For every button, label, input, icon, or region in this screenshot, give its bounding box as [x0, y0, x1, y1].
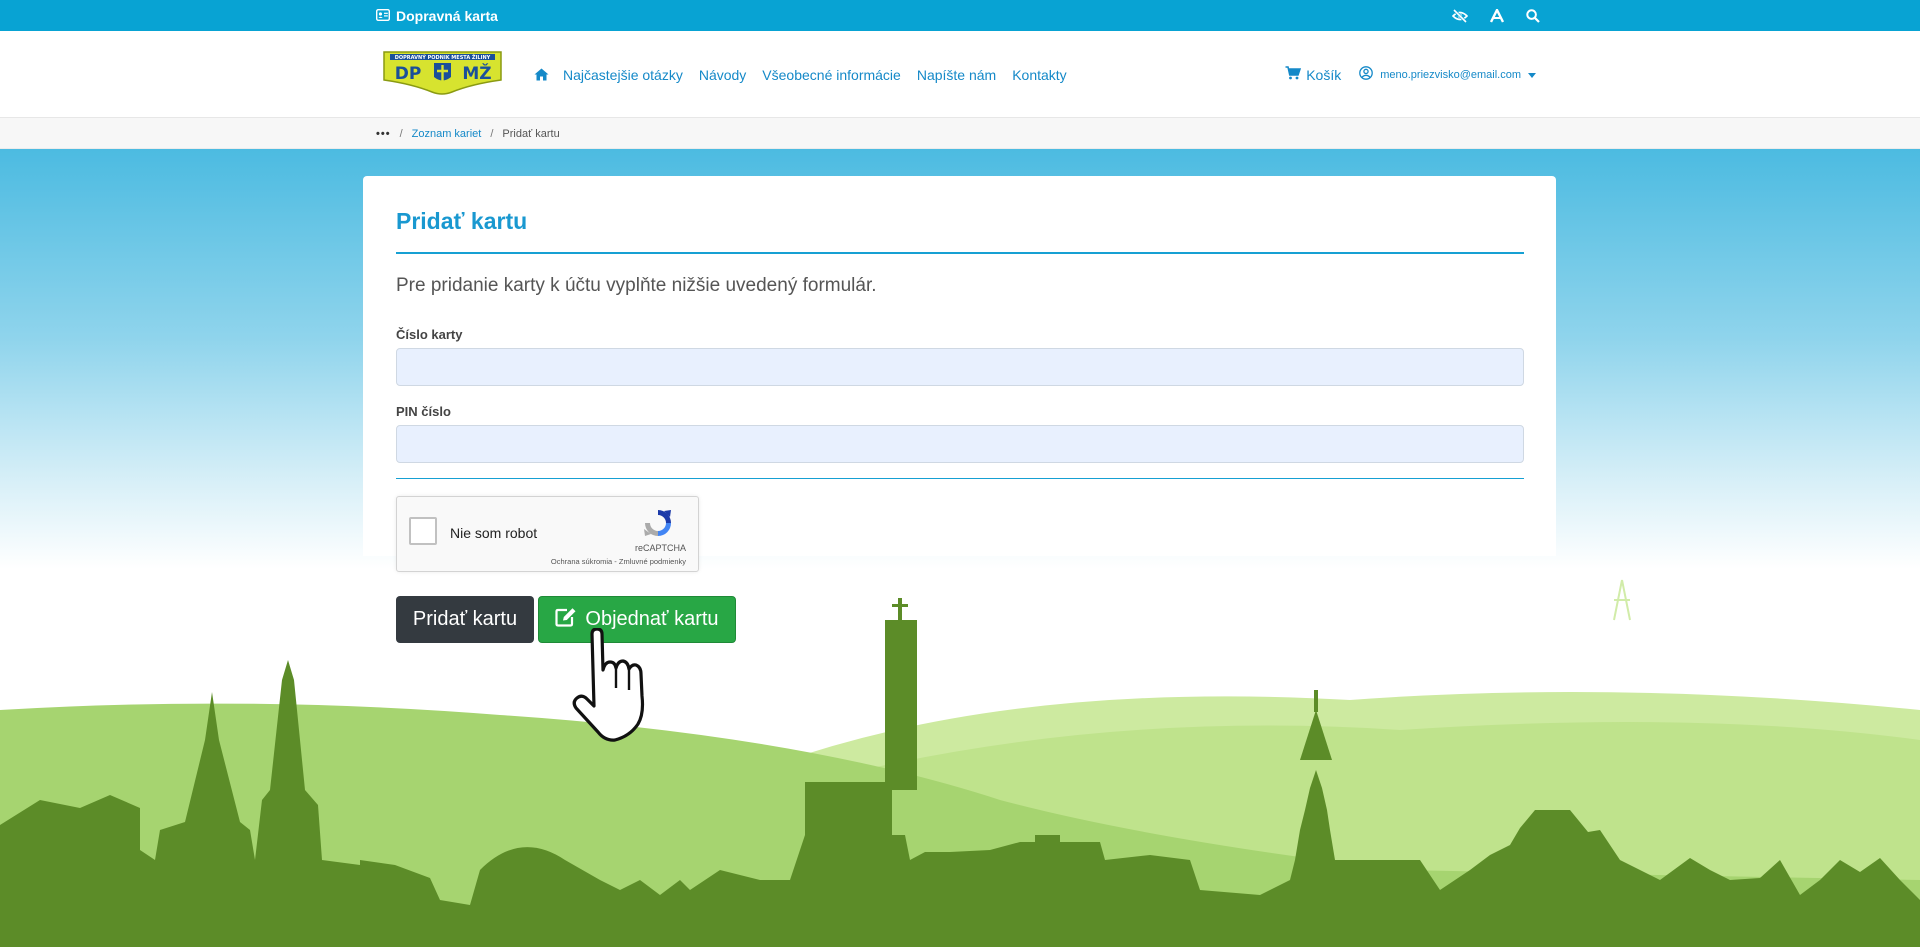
- breadcrumb-separator: /: [490, 127, 494, 140]
- recaptcha-links: Ochrana súkromia - Zmluvné podmienky: [551, 557, 686, 566]
- svg-text:DOPRAVNÝ PODNIK MESTA ŽILINY: DOPRAVNÝ PODNIK MESTA ŽILINY: [395, 53, 491, 61]
- id-card-icon: [375, 8, 391, 24]
- form-intro: Pre pridanie karty k účtu vyplňte nižšie…: [396, 275, 877, 296]
- breadcrumb-more[interactable]: •••: [376, 128, 391, 140]
- top-bar: Dopravná karta: [0, 0, 1920, 31]
- recaptcha-brand: reCAPTCHA: [634, 543, 686, 553]
- nav-write-us[interactable]: Napíšte nám: [917, 67, 996, 83]
- recaptcha-widget: Nie som robot reCAPTCHA Ochrana súkromia…: [396, 496, 699, 572]
- add-card-button[interactable]: Pridať kartu: [396, 596, 534, 643]
- topbar-brand-label: Dopravná karta: [396, 7, 498, 24]
- cart-label: Košík: [1306, 66, 1342, 83]
- user-menu[interactable]: meno.priezvisko@email.com: [1359, 66, 1536, 83]
- pin-label: PIN číslo: [396, 404, 451, 419]
- breadcrumb-current: Pridať kartu: [502, 127, 560, 140]
- font-size-icon[interactable]: [1490, 8, 1504, 23]
- nav-contacts[interactable]: Kontakty: [1012, 67, 1066, 83]
- card-number-label: Číslo karty: [396, 327, 463, 342]
- nav-faq[interactable]: Najčastejšie otázky: [563, 67, 683, 83]
- breadcrumb-card-list[interactable]: Zoznam kariet: [412, 128, 482, 140]
- svg-text:DP: DP: [395, 64, 422, 84]
- company-logo[interactable]: DOPRAVNÝ PODNIK MESTA ŽILINY DP MŽ: [382, 50, 503, 96]
- recaptcha-terms-link[interactable]: Zmluvné podmienky: [619, 557, 686, 566]
- user-email: meno.priezvisko@email.com: [1380, 68, 1521, 81]
- recaptcha-label: Nie som robot: [450, 525, 538, 541]
- title-divider: [396, 252, 1524, 254]
- site-header: DOPRAVNÝ PODNIK MESTA ŽILINY DP MŽ Najča…: [0, 31, 1920, 118]
- cart-link[interactable]: Košík: [1285, 66, 1341, 83]
- nav-general-info[interactable]: Všeobecné informácie: [762, 67, 901, 83]
- topbar-tools: [1452, 0, 1540, 31]
- breadcrumb-separator: /: [399, 127, 403, 140]
- topbar-brand[interactable]: Dopravná karta: [375, 0, 498, 31]
- breadcrumb: ••• / Zoznam kariet / Pridať kartu: [0, 118, 1920, 149]
- caret-down-icon: [1528, 69, 1536, 81]
- city-skyline-illustration: [0, 579, 1920, 947]
- main-nav: Najčastejšie otázky Návody Všeobecné inf…: [534, 31, 1083, 118]
- recaptcha-checkbox[interactable]: [409, 517, 437, 545]
- pin-input[interactable]: [396, 425, 1524, 463]
- search-icon[interactable]: [1526, 8, 1540, 23]
- cart-icon: [1285, 66, 1302, 83]
- recaptcha-link-separator: -: [612, 557, 619, 566]
- form-divider: [396, 478, 1524, 479]
- page-title: Pridať kartu: [396, 208, 528, 234]
- home-icon[interactable]: [534, 68, 549, 81]
- hand-pointer-cursor-icon: [572, 628, 645, 742]
- eye-slash-icon[interactable]: [1452, 8, 1468, 23]
- recaptcha-logo-icon: [642, 507, 674, 539]
- nav-guides[interactable]: Návody: [699, 67, 746, 83]
- account-nav: Košík meno.priezvisko@email.com: [1285, 31, 1536, 118]
- recaptcha-privacy-link[interactable]: Ochrana súkromia: [551, 557, 612, 566]
- user-circle-icon: [1359, 66, 1374, 83]
- svg-text:MŽ: MŽ: [462, 62, 491, 84]
- card-number-input[interactable]: [396, 348, 1524, 386]
